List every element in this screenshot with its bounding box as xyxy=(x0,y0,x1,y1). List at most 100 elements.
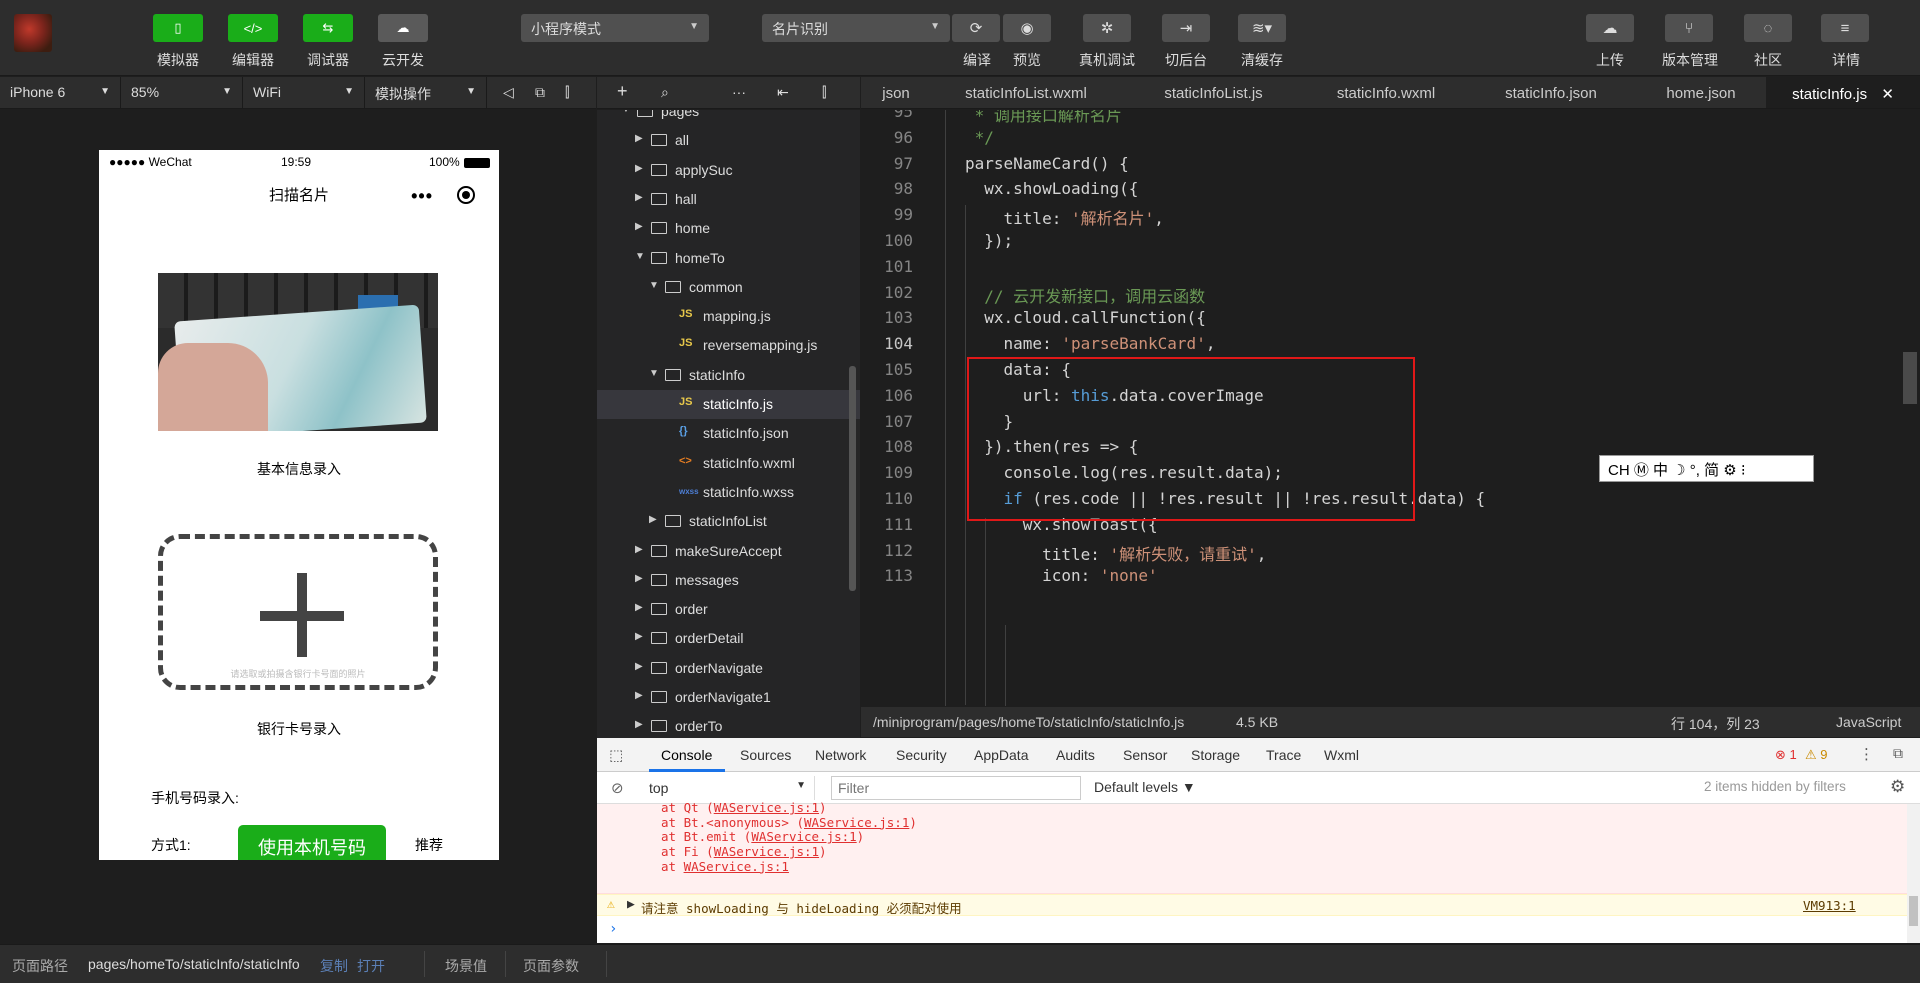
tree-file[interactable]: JS mapping.js xyxy=(597,302,860,331)
stack-frame-link[interactable]: WAService.js:1 xyxy=(714,844,819,859)
chevron-right-icon[interactable]: ▶ xyxy=(635,192,643,203)
tree-folder[interactable]: ▼ staticInfo xyxy=(597,361,860,390)
tree-folder[interactable]: ▶ makeSureAccept xyxy=(597,537,860,566)
log-levels-select[interactable]: Default levels ▼ xyxy=(1094,779,1196,795)
chevron-right-icon[interactable]: ▶ xyxy=(649,514,657,525)
tree-folder[interactable]: ▶ orderNavigate1 xyxy=(597,683,860,712)
bank-card-upload-box[interactable]: 请选取或拍摄含银行卡号面的照片 xyxy=(158,534,438,690)
upload-button[interactable]: ☁ xyxy=(1586,14,1634,42)
chevron-down-icon[interactable]: ▼ xyxy=(621,110,631,115)
mode-select[interactable]: 小程序模式 ▼ xyxy=(521,14,709,42)
preview-button[interactable]: ◉ xyxy=(1003,14,1051,42)
chevron-right-icon[interactable]: ▶ xyxy=(635,573,643,584)
simulate-select[interactable]: 模拟操作 ▼ xyxy=(365,77,487,109)
tab-network[interactable]: Network xyxy=(815,747,866,763)
inspect-icon[interactable]: ⬚ xyxy=(609,746,623,764)
tree-folder[interactable]: ▼ pages xyxy=(597,110,860,126)
tab-sources[interactable]: Sources xyxy=(740,747,791,763)
compile-button[interactable]: ⟳ xyxy=(952,14,1000,42)
tree-folder[interactable]: ▶ orderTo xyxy=(597,712,860,738)
expand-arrow-icon[interactable]: ▶ xyxy=(627,897,635,912)
chevron-right-icon[interactable]: ▶ xyxy=(635,163,643,174)
debugger-toggle-button[interactable]: ⇆ xyxy=(303,14,353,42)
console-scroll-thumb[interactable] xyxy=(1909,896,1918,926)
tree-file[interactable]: JS staticInfo.js xyxy=(597,390,860,419)
user-avatar[interactable] xyxy=(14,14,52,52)
chevron-right-icon[interactable]: ▶ xyxy=(635,221,643,232)
tree-folder[interactable]: ▶ hall xyxy=(597,185,860,214)
tree-folder[interactable]: ▶ orderDetail xyxy=(597,624,860,653)
chevron-right-icon[interactable]: ▶ xyxy=(635,133,643,144)
community-button[interactable]: ◌ xyxy=(1744,14,1792,42)
clear-console-icon[interactable]: ⊘ xyxy=(611,779,624,797)
language-mode[interactable]: JavaScript xyxy=(1836,714,1901,730)
tab-trace[interactable]: Trace xyxy=(1266,747,1301,763)
cursor-position[interactable]: 行 104，列 23 xyxy=(1671,714,1760,734)
tree-folder[interactable]: ▶ applySuc xyxy=(597,156,860,185)
device-select[interactable]: iPhone 6 ▼ xyxy=(0,77,121,109)
split-icon[interactable]: ⫿ xyxy=(822,84,826,101)
chevron-right-icon[interactable]: ▶ xyxy=(635,631,643,642)
card-photo[interactable] xyxy=(158,273,438,431)
error-count-badge[interactable]: ⊗ 1 xyxy=(1775,747,1797,763)
more-icon[interactable]: ••• xyxy=(411,186,433,207)
page-params-button[interactable]: 页面参数 xyxy=(523,956,579,976)
close-target-icon[interactable] xyxy=(457,186,475,204)
more-vertical-icon[interactable]: ⋮ xyxy=(1859,745,1874,763)
version-button[interactable]: ⑂ xyxy=(1665,14,1713,42)
chevron-right-icon[interactable]: ▶ xyxy=(635,544,643,555)
stack-frame-link[interactable]: WAService.js:1 xyxy=(804,815,909,830)
clear-cache-button[interactable]: ≋▾ xyxy=(1238,14,1286,42)
add-icon[interactable]: + xyxy=(617,81,628,102)
editor-scrollbar[interactable] xyxy=(1903,352,1917,404)
tree-folder[interactable]: ▼ homeTo xyxy=(597,244,860,273)
tree-folder[interactable]: ▶ orderNavigate xyxy=(597,654,860,683)
chevron-down-icon[interactable]: ▼ xyxy=(649,368,659,379)
tab-audits[interactable]: Audits xyxy=(1056,747,1095,763)
gear-icon[interactable]: ⚙ xyxy=(1890,777,1905,797)
tab-wxml[interactable]: Wxml xyxy=(1324,747,1359,763)
details-button[interactable]: ≡ xyxy=(1821,14,1869,42)
volume-icon[interactable]: ◁ xyxy=(503,84,514,101)
open-path-link[interactable]: 打开 xyxy=(357,956,385,976)
tab-staticinfo-wxml[interactable]: staticInfo.wxml xyxy=(1306,77,1466,108)
real-device-debug-button[interactable]: ✲ xyxy=(1083,14,1131,42)
tab-json[interactable]: json xyxy=(861,77,931,108)
tab-storage[interactable]: Storage xyxy=(1191,747,1240,763)
tree-file[interactable]: JS reversemapping.js xyxy=(597,331,860,360)
more-icon[interactable]: ··· xyxy=(732,84,746,100)
close-icon[interactable]: ✕ xyxy=(1881,86,1894,103)
console-filter-input[interactable] xyxy=(831,776,1081,800)
tree-folder[interactable]: ▶ order xyxy=(597,595,860,624)
tab-staticinfo-json[interactable]: staticInfo.json xyxy=(1466,77,1636,108)
tree-folder[interactable]: ▶ all xyxy=(597,126,860,155)
cloud-dev-button[interactable]: ☁ xyxy=(378,14,428,42)
scene-value-button[interactable]: 场景值 xyxy=(445,956,487,976)
tree-folder[interactable]: ▶ messages xyxy=(597,566,860,595)
ime-toolbar[interactable]: CH Ⓜ 中 ☽ °, 简 ⚙ ⁝ xyxy=(1599,455,1814,482)
tab-home-json[interactable]: home.json xyxy=(1636,77,1766,108)
tree-file[interactable]: wxss staticInfo.wxss xyxy=(597,478,860,507)
editor-toggle-button[interactable]: </> xyxy=(228,14,278,42)
tree-folder[interactable]: ▶ staticInfoList xyxy=(597,507,860,536)
tree-folder[interactable]: ▶ home xyxy=(597,214,860,243)
file-tree-scrollbar[interactable] xyxy=(849,366,856,591)
search-icon[interactable]: ⌕ xyxy=(661,84,669,101)
stack-frame-link[interactable]: WAService.js:1 xyxy=(714,800,819,815)
stack-frame-link[interactable]: WAService.js:1 xyxy=(751,829,856,844)
tree-file[interactable]: {} staticInfo.json xyxy=(597,419,860,448)
tab-sensor[interactable]: Sensor xyxy=(1123,747,1167,763)
console-scrollbar[interactable] xyxy=(1907,804,1920,943)
switch-background-button[interactable]: ⇥ xyxy=(1162,14,1210,42)
window-icon[interactable]: ⧉ xyxy=(535,84,545,101)
chevron-down-icon[interactable]: ▼ xyxy=(635,251,645,262)
warning-count-badge[interactable]: ⚠ 9 xyxy=(1805,747,1828,763)
stack-frame-link[interactable]: WAService.js:1 xyxy=(684,859,789,874)
chevron-right-icon[interactable]: ▶ xyxy=(635,661,643,672)
network-select[interactable]: WiFi ▼ xyxy=(243,77,365,109)
collapse-icon[interactable]: ⇤ xyxy=(777,84,789,101)
chevron-right-icon[interactable]: ▶ xyxy=(635,690,643,701)
chevron-right-icon[interactable]: ▶ xyxy=(635,719,643,730)
dock-icon[interactable]: ⧉ xyxy=(1893,745,1903,762)
chevron-right-icon[interactable]: ▶ xyxy=(635,602,643,613)
